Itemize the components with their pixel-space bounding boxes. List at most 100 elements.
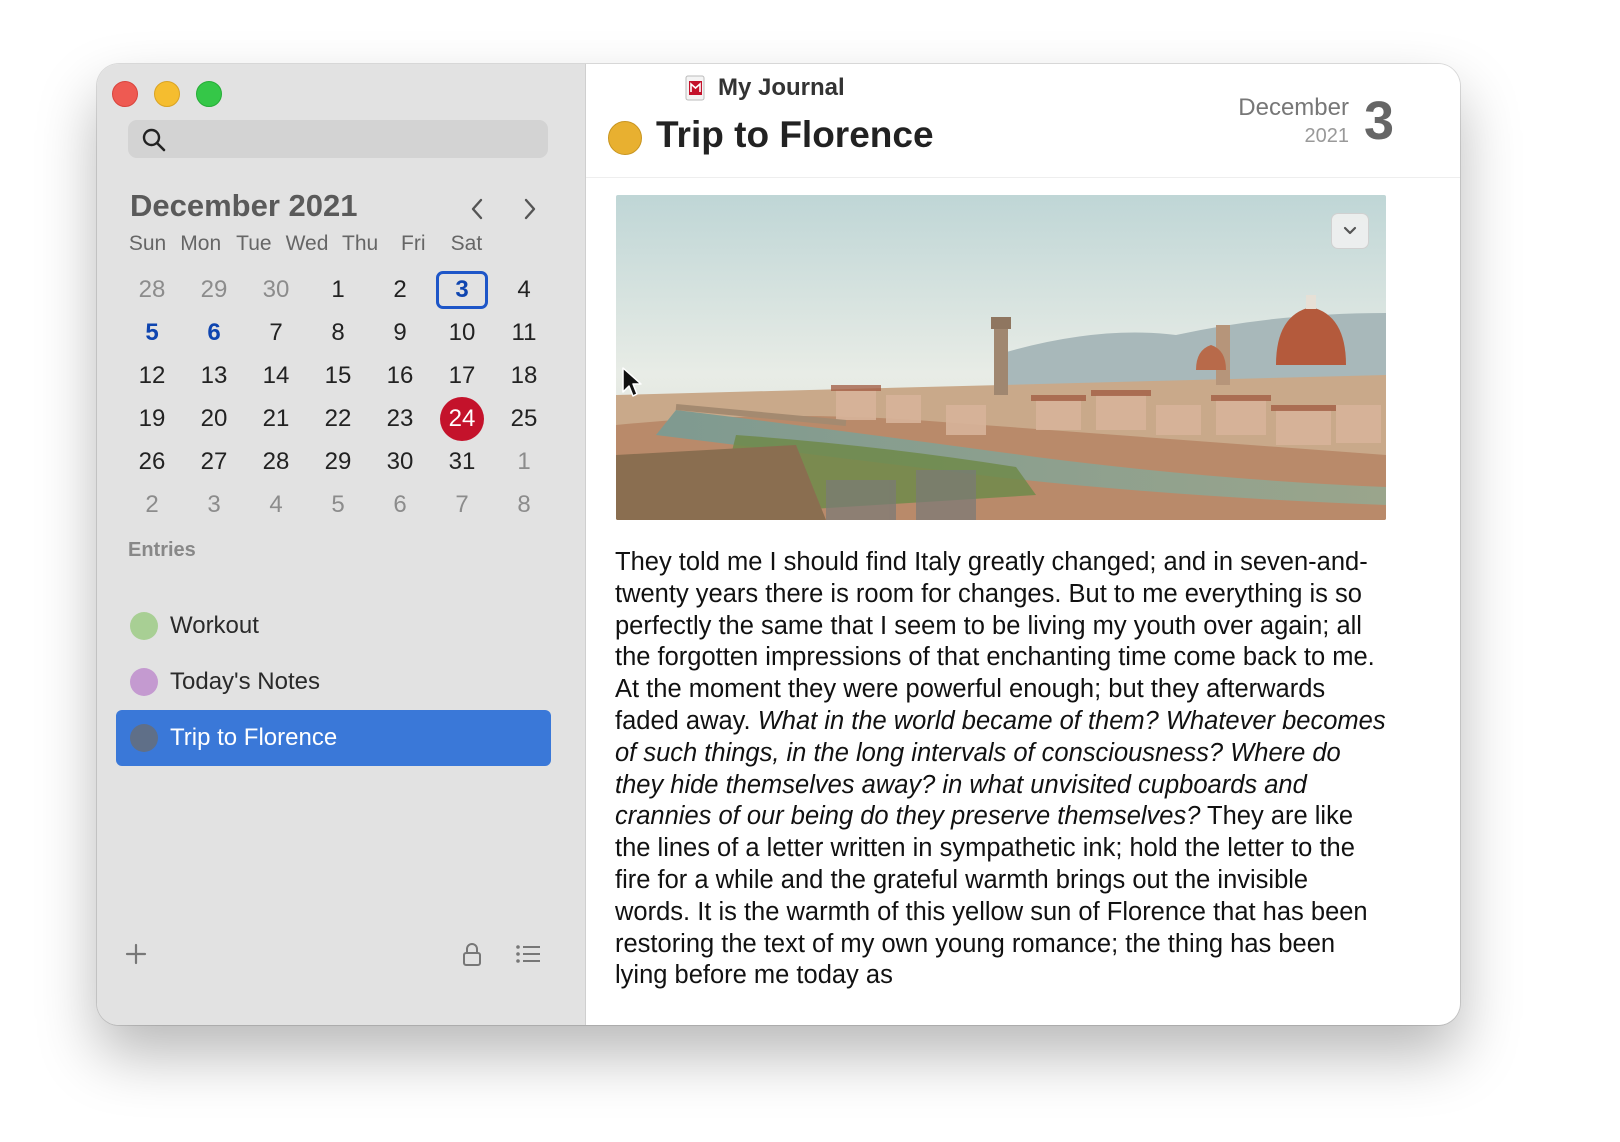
calendar-day[interactable]: 19 [121,397,183,440]
calendar-day[interactable]: 14 [245,354,307,397]
search-bar[interactable] [128,120,548,160]
minimize-window-button[interactable] [154,81,180,107]
calendar-day[interactable]: 23 [369,397,431,440]
calendar-day[interactable]: 9 [369,311,431,354]
calendar-day[interactable]: 31 [431,440,493,483]
calendar-day-today[interactable]: 24 [431,396,493,441]
calendar-day-number: 11 [511,318,537,346]
calendar-day-number: 30 [386,447,414,475]
entry-color-dot [130,612,158,640]
calendar-day[interactable]: 4 [245,483,307,526]
weekday-label: Sat [450,232,483,255]
calendar-day[interactable]: 4 [493,268,555,311]
calendar-day-number: 17 [448,361,476,389]
calendar-day-number: 30 [262,275,290,303]
journal-title[interactable]: My Journal [684,74,845,102]
calendar-day-number: 19 [138,404,166,432]
calendar-day[interactable]: 29 [307,440,369,483]
add-entry-button[interactable] [124,942,148,971]
calendar-day[interactable]: 28 [245,440,307,483]
journal-book-icon [685,75,705,101]
calendar-day[interactable]: 27 [183,440,245,483]
maximize-window-button[interactable] [196,81,222,107]
calendar-day-number: 21 [262,404,290,432]
previous-month-button[interactable] [464,194,492,224]
calendar-day[interactable]: 10 [431,311,493,354]
calendar-day-number: 23 [386,404,414,432]
entry-color-dot [130,724,158,752]
calendar-day-number: 4 [517,275,531,303]
calendar-day[interactable]: 20 [183,397,245,440]
calendar-day[interactable]: 22 [307,397,369,440]
entry-date-day[interactable]: 3 [1364,90,1394,152]
calendar-day[interactable]: 29 [183,268,245,311]
search-input[interactable] [172,120,536,160]
calendar-day[interactable]: 5 [307,483,369,526]
entry-title[interactable]: Trip to Florence [656,114,934,156]
photo-options-button[interactable] [1331,213,1369,249]
calendar-day-number: 8 [331,318,345,346]
entry-item-workout[interactable]: Workout [116,598,551,654]
calendar-day[interactable]: 18 [493,354,555,397]
calendar-day-number: 10 [448,318,476,346]
calendar-day[interactable]: 2 [121,483,183,526]
chevron-left-icon [471,198,483,220]
calendar-day[interactable]: 1 [307,268,369,311]
entry-date-year: 2021 [1304,125,1350,147]
calendar-day[interactable]: 11 [493,311,555,354]
calendar-day[interactable]: 21 [245,397,307,440]
entry-color-indicator[interactable] [608,121,642,155]
entry-body-text[interactable]: They told me I should find Italy greatly… [615,547,1390,992]
calendar-day[interactable]: 26 [121,440,183,483]
calendar-day-number: 7 [455,490,469,518]
calendar-day[interactable]: 28 [121,268,183,311]
entry-item-trip-to-florence[interactable]: Trip to Florence [116,710,551,766]
calendar-day[interactable]: 8 [493,483,555,526]
calendar-day[interactable]: 7 [245,311,307,354]
calendar-day-number: 26 [138,447,166,475]
calendar-day-number: 15 [324,361,352,389]
calendar-day[interactable]: 25 [493,397,555,440]
calendar-day-number: 2 [145,490,159,518]
entries-section-label: Entries [128,539,196,561]
list-view-button[interactable] [514,942,542,971]
entry-date-month: December [1238,94,1349,121]
calendar-day-number: 9 [393,318,407,346]
calendar-day[interactable]: 12 [121,354,183,397]
calendar-day[interactable]: 16 [369,354,431,397]
entry-item-todays-notes[interactable]: Today's Notes [116,654,551,710]
calendar-day-number: 12 [138,361,166,389]
close-window-button[interactable] [112,81,138,107]
calendar-day-number: 28 [262,447,290,475]
weekday-label: Tue [236,232,272,255]
calendar-day[interactable]: 15 [307,354,369,397]
entry-item-label: Today's Notes [170,668,320,695]
calendar-day[interactable]: 17 [431,354,493,397]
calendar-day-number: 7 [269,318,283,346]
calendar-day[interactable]: 8 [307,311,369,354]
calendar-day-number: 2 [393,275,407,303]
calendar-day[interactable]: 1 [493,440,555,483]
calendar-day[interactable]: 3 [183,483,245,526]
calendar-day[interactable]: 13 [183,354,245,397]
journal-name-label: My Journal [718,74,845,101]
calendar-day-number: 28 [138,275,166,303]
next-month-button[interactable] [515,194,543,224]
calendar-day[interactable]: 6 [369,483,431,526]
entry-photo[interactable] [616,195,1386,520]
calendar-day[interactable]: 2 [369,268,431,311]
weekday-label: Wed [285,232,329,255]
florence-panorama-image [616,195,1386,520]
calendar-day-number: 4 [269,490,283,518]
calendar-day-selected[interactable]: 3 [431,268,493,311]
lock-button[interactable] [461,942,483,973]
calendar-day-number: 20 [200,404,228,432]
calendar-day[interactable]: 7 [431,483,493,526]
calendar-day[interactable]: 6 [183,311,245,354]
calendar-day[interactable]: 30 [245,268,307,311]
calendar-day[interactable]: 5 [121,311,183,354]
calendar-day-number: 18 [510,361,538,389]
plus-icon [125,943,147,965]
calendar-day[interactable]: 30 [369,440,431,483]
header-divider [586,177,1460,178]
